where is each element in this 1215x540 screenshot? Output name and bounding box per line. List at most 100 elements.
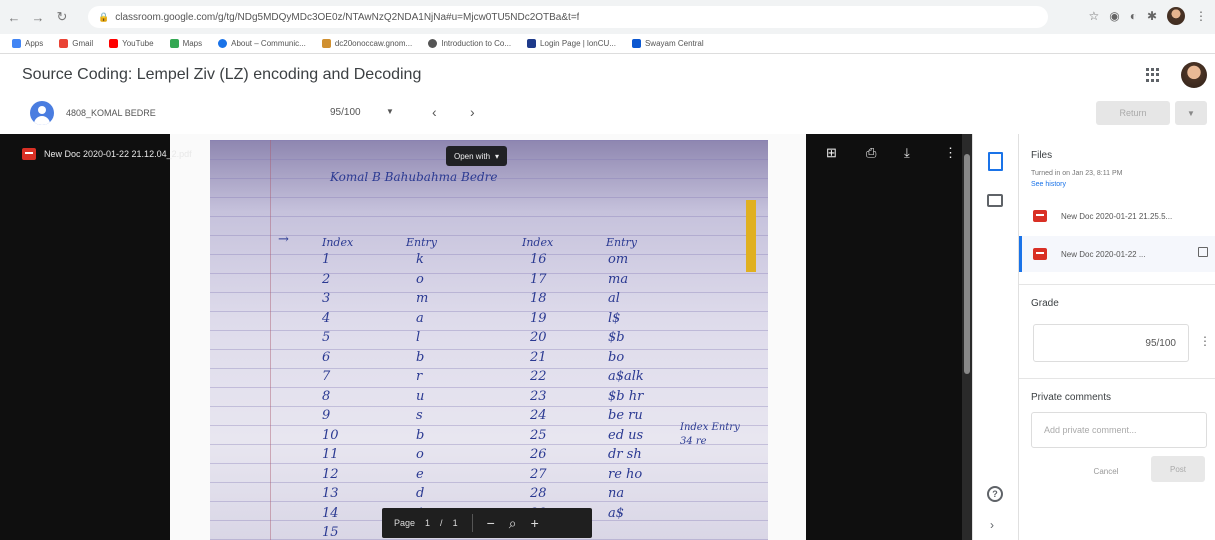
- bookmark-dc[interactable]: dc20onoccaw.gnom...: [321, 39, 412, 48]
- viewer-file-label: New Doc 2020-01-22 21.12.04_2.pdf: [22, 148, 192, 160]
- files-title: Files: [1031, 150, 1053, 161]
- bookmark-youtube[interactable]: YouTube: [109, 39, 154, 48]
- cancel-button[interactable]: Cancel: [1083, 460, 1129, 482]
- hw-cell: 25: [530, 427, 547, 443]
- apps-icon: [12, 39, 21, 48]
- hw-cell: 24: [530, 408, 547, 423]
- page-controls: Page 1 / 1 − ⌕ +: [382, 508, 592, 538]
- hw-cell: r: [416, 369, 423, 384]
- prev-student-icon[interactable]: ‹: [432, 104, 437, 120]
- reload-icon[interactable]: ↻: [52, 7, 72, 27]
- hw-cell: o: [416, 447, 424, 462]
- post-button[interactable]: Post: [1151, 456, 1205, 482]
- caret-down-icon: ▾: [495, 151, 500, 161]
- file-item-selected[interactable]: New Doc 2020-01-22 ...: [1019, 236, 1215, 272]
- hw-cell: bo: [608, 349, 625, 365]
- hw-heading: Komal B Bahubahma Bedre: [330, 170, 498, 184]
- more-vert-icon[interactable]: ⋮: [944, 145, 957, 161]
- print-icon[interactable]: ⎙: [866, 145, 876, 161]
- zoom-in-icon[interactable]: +: [531, 515, 539, 531]
- next-student-icon[interactable]: ›: [470, 104, 475, 120]
- site-icon: [321, 39, 331, 48]
- github-icon: [428, 39, 438, 48]
- site-icon: [527, 39, 537, 48]
- forward-icon[interactable]: →: [28, 7, 48, 27]
- hw-header: Index: [322, 236, 354, 249]
- bookmark-about[interactable]: About – Communic...: [218, 39, 306, 48]
- bookmark-gmail[interactable]: Gmail: [59, 39, 93, 48]
- puzzle-icon[interactable]: ✱: [1147, 9, 1157, 23]
- grade-title: Grade: [1031, 298, 1059, 309]
- hw-cell: 7: [322, 369, 331, 384]
- chevron-right-icon[interactable]: ›: [990, 518, 994, 532]
- hw-cell: 6: [322, 349, 331, 365]
- hw-cell: 10: [322, 427, 339, 443]
- return-dropdown-button[interactable]: ▼: [1175, 101, 1207, 125]
- submission-panel: Files Turned in on Jan 23, 8:11 PM See h…: [1018, 134, 1215, 540]
- hw-cell: ma: [608, 271, 629, 287]
- bookmark-swayam[interactable]: Swayam Central: [631, 39, 704, 48]
- grade-input[interactable]: 95/100: [1033, 324, 1189, 362]
- hw-header: Index: [522, 236, 554, 249]
- hw-cell: 14: [322, 505, 339, 521]
- hw-cell: a: [416, 310, 424, 326]
- hw-cell: 28: [530, 486, 547, 501]
- student-name[interactable]: 4808_KOMAL BEDRE: [66, 108, 156, 118]
- zoom-out-icon[interactable]: −: [487, 515, 495, 531]
- add-comment-icon[interactable]: ⊞: [826, 145, 837, 161]
- menu-icon[interactable]: ⋮: [1195, 9, 1207, 23]
- bookmark-intro[interactable]: Introduction to Co...: [428, 39, 511, 48]
- hw-cell: u: [416, 388, 425, 404]
- extension-icon[interactable]: ◐: [1130, 9, 1137, 23]
- open-with-button[interactable]: Open with ▾: [446, 146, 508, 166]
- account-avatar[interactable]: [1181, 62, 1207, 88]
- document-viewer: Komal B Bahubahma Bedre → Index Entry In…: [0, 134, 972, 540]
- extension-icons: ☆ ◉ ◐ ✱ ⋮: [1088, 7, 1207, 25]
- return-button[interactable]: Return: [1096, 101, 1170, 125]
- hw-cell: 12: [322, 466, 339, 482]
- zoom-icon[interactable]: ⌕: [509, 515, 517, 532]
- hw-cell: 26: [530, 447, 547, 462]
- apps-grid-icon[interactable]: [1146, 68, 1160, 82]
- hw-cell: o: [416, 271, 424, 287]
- file-item[interactable]: New Doc 2020-01-21 21.25.5...: [1019, 198, 1215, 234]
- extension-icon[interactable]: ◉: [1109, 9, 1119, 23]
- profile-avatar[interactable]: [1167, 7, 1185, 25]
- pdf-icon: [1033, 210, 1047, 222]
- bookmark-login[interactable]: Login Page | lonCU...: [527, 39, 616, 48]
- back-icon[interactable]: ←: [4, 7, 24, 27]
- youtube-icon: [109, 39, 119, 48]
- see-history-link[interactable]: See history: [1031, 181, 1066, 188]
- handwritten-page-photo: Komal B Bahubahma Bedre → Index Entry In…: [210, 140, 768, 540]
- hw-cell: 17: [530, 271, 547, 287]
- page-number[interactable]: 1: [425, 518, 430, 528]
- bookmark-maps[interactable]: Maps: [169, 39, 202, 48]
- more-vert-icon[interactable]: ⋮: [1199, 334, 1211, 348]
- files-icon[interactable]: [987, 152, 1003, 171]
- hw-cell: e: [416, 466, 424, 482]
- globe-icon: [218, 39, 228, 48]
- maps-icon: [169, 39, 179, 48]
- student-grade[interactable]: 95/100: [330, 107, 361, 118]
- download-icon[interactable]: ⤓: [904, 145, 910, 161]
- chevron-down-icon[interactable]: ▼: [386, 107, 394, 116]
- hw-cell: re ho: [608, 466, 643, 482]
- hw-cell: a$alk: [608, 369, 644, 384]
- hw-side-note: Index Entry: [680, 422, 740, 433]
- hw-cell: 21: [530, 349, 547, 365]
- turned-in-text: Turned in on Jan 23, 8:11 PM: [1031, 170, 1123, 177]
- help-icon[interactable]: ?: [987, 486, 1003, 502]
- private-comment-input[interactable]: Add private comment...: [1031, 412, 1207, 448]
- star-icon[interactable]: ☆: [1088, 9, 1099, 23]
- page-title: Source Coding: Lempel Ziv (LZ) encoding …: [22, 66, 422, 83]
- hw-cell: 18: [530, 291, 547, 306]
- viewer-scrollbar[interactable]: [962, 134, 972, 540]
- browser-toolbar: ← → ↻ 🔒 classroom.google.com/g/tg/NDg5MD…: [0, 0, 1215, 34]
- comments-icon[interactable]: [987, 194, 1003, 207]
- bookmark-apps[interactable]: Apps: [12, 39, 43, 48]
- address-bar[interactable]: 🔒 classroom.google.com/g/tg/NDg5MDQyMDc3…: [88, 6, 1048, 28]
- hw-cell: 16: [530, 252, 547, 267]
- lock-icon: 🔒: [98, 11, 110, 22]
- open-external-icon[interactable]: [1198, 247, 1208, 257]
- hw-cell: m: [416, 291, 429, 306]
